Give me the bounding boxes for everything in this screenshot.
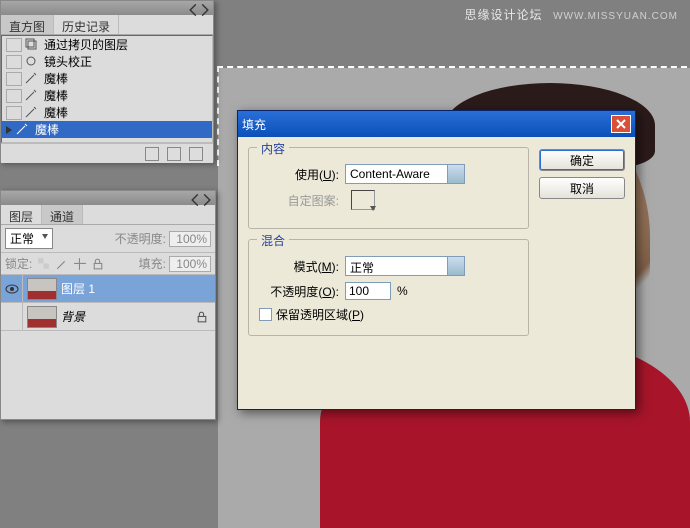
trash-icon[interactable] — [189, 147, 203, 161]
tab-channels[interactable]: 通道 — [42, 205, 83, 224]
layers-tabs: 图层 通道 — [1, 205, 215, 225]
tab-histogram[interactable]: 直方图 — [1, 15, 54, 34]
layer-name[interactable]: 背景 — [61, 308, 195, 325]
layers-options-row: 正常 不透明度: 100% — [1, 225, 215, 253]
lock-label: 锁定: — [5, 255, 32, 272]
dialog-title: 填充 — [242, 116, 266, 133]
visibility-toggle[interactable] — [1, 303, 23, 331]
dialog-buttons: 确定 取消 — [539, 147, 625, 346]
visibility-toggle[interactable] — [1, 275, 23, 303]
dialog-body: 内容 使用(U): Content-Aware 自定图案: 混合 模式(M): … — [238, 137, 635, 356]
current-marker-icon — [6, 126, 12, 134]
use-label: 使用(U): — [259, 166, 339, 183]
opacity-input[interactable] — [345, 282, 391, 300]
layer-name[interactable]: 图层 1 — [61, 280, 215, 297]
history-footer — [1, 143, 213, 163]
blend-group: 混合 模式(M): 正常 不透明度(O): % 保留透明区域(P) — [248, 239, 529, 336]
fill-label: 填充: — [139, 255, 166, 272]
panel-header[interactable] — [1, 1, 213, 15]
snapshot-icon[interactable] — [145, 147, 159, 161]
pattern-swatch[interactable] — [351, 190, 375, 210]
history-item[interactable]: 魔棒 — [2, 104, 212, 121]
preserve-transparency-row[interactable]: 保留透明区域(P) — [259, 306, 518, 323]
pattern-label: 自定图案: — [259, 192, 339, 209]
collapse-left-icon[interactable] — [186, 3, 196, 13]
tab-history[interactable]: 历史记录 — [54, 15, 119, 34]
wand-icon — [24, 71, 40, 87]
history-toggle[interactable] — [6, 72, 22, 86]
lock-row: 锁定: 填充: 100% — [1, 253, 215, 275]
preserve-checkbox[interactable] — [259, 308, 272, 321]
opacity-label: 不透明度: — [115, 230, 166, 247]
watermark: 思缘设计论坛 WWW.MISSYUAN.COM — [464, 6, 678, 23]
mode-label: 模式(M): — [259, 258, 339, 275]
use-select[interactable]: Content-Aware — [345, 164, 465, 184]
opacity-value[interactable]: 100% — [169, 231, 211, 247]
history-item-label: 魔棒 — [44, 87, 68, 104]
mode-select[interactable]: 正常 — [345, 256, 465, 276]
preserve-label: 保留透明区域(P) — [276, 306, 364, 323]
group-title-content: 内容 — [257, 140, 289, 157]
lock-position-icon[interactable] — [73, 257, 86, 270]
dialog-titlebar[interactable]: 填充 — [238, 111, 635, 137]
history-item[interactable]: 通过拷贝的图层 — [2, 36, 212, 53]
selection-marquee-left — [217, 66, 219, 166]
fill-value[interactable]: 100% — [169, 256, 211, 272]
wand-icon — [15, 122, 31, 138]
close-button[interactable] — [611, 115, 631, 133]
history-panel: 直方图 历史记录 通过拷贝的图层 镜头校正 魔棒 魔棒 魔棒 — [0, 0, 214, 162]
opacity-label: 不透明度(O): — [259, 283, 339, 300]
history-item[interactable]: 镜头校正 — [2, 53, 212, 70]
ok-button[interactable]: 确定 — [539, 149, 625, 171]
watermark-text: 思缘设计论坛 — [464, 8, 542, 22]
new-state-icon[interactable] — [167, 147, 181, 161]
collapse-right-icon[interactable] — [200, 193, 210, 203]
layers-panel: 图层 通道 正常 不透明度: 100% 锁定: 填充: 100% 图层 1 背景 — [0, 190, 216, 420]
history-item-label: 通过拷贝的图层 — [44, 36, 128, 53]
content-group: 内容 使用(U): Content-Aware 自定图案: — [248, 147, 529, 229]
cancel-button[interactable]: 取消 — [539, 177, 625, 199]
history-toggle[interactable] — [6, 55, 22, 69]
wand-icon — [24, 105, 40, 121]
history-item[interactable]: 魔棒 — [2, 70, 212, 87]
dialog-left: 内容 使用(U): Content-Aware 自定图案: 混合 模式(M): … — [248, 147, 529, 346]
layer-thumbnail[interactable] — [27, 278, 57, 300]
history-tabs: 直方图 历史记录 — [1, 15, 213, 35]
history-item-label: 魔棒 — [44, 104, 68, 121]
collapse-right-icon[interactable] — [198, 3, 208, 13]
history-item-label: 魔棒 — [35, 121, 59, 138]
layer-row[interactable]: 背景 — [1, 303, 215, 331]
collapse-left-icon[interactable] — [188, 193, 198, 203]
opacity-unit: % — [397, 284, 408, 298]
history-toggle[interactable] — [6, 106, 22, 120]
wand-icon — [24, 88, 40, 104]
history-item[interactable]: 魔棒 — [2, 87, 212, 104]
lock-all-icon[interactable] — [91, 257, 104, 270]
group-title-blend: 混合 — [257, 232, 289, 249]
history-toggle[interactable] — [6, 89, 22, 103]
history-item-label: 镜头校正 — [44, 53, 92, 70]
panel-header[interactable] — [1, 191, 215, 205]
lock-icon — [195, 310, 209, 324]
lock-transparency-icon[interactable] — [37, 257, 50, 270]
history-item-selected[interactable]: 魔棒 — [2, 121, 212, 138]
layers-list: 图层 1 背景 — [1, 275, 215, 331]
lens-icon — [24, 54, 40, 70]
blend-mode-select[interactable]: 正常 — [5, 228, 53, 249]
history-list: 通过拷贝的图层 镜头校正 魔棒 魔棒 魔棒 魔棒 — [1, 35, 213, 143]
copy-layer-icon — [24, 37, 40, 53]
lock-pixels-icon[interactable] — [55, 257, 68, 270]
tab-layers[interactable]: 图层 — [1, 205, 42, 224]
layer-row[interactable]: 图层 1 — [1, 275, 215, 303]
history-item-label: 魔棒 — [44, 70, 68, 87]
history-toggle[interactable] — [6, 38, 22, 52]
watermark-url: WWW.MISSYUAN.COM — [553, 11, 678, 22]
fill-dialog: 填充 内容 使用(U): Content-Aware 自定图案: 混合 模式( — [237, 110, 636, 410]
selection-marquee-top — [217, 66, 687, 68]
layer-thumbnail[interactable] — [27, 306, 57, 328]
